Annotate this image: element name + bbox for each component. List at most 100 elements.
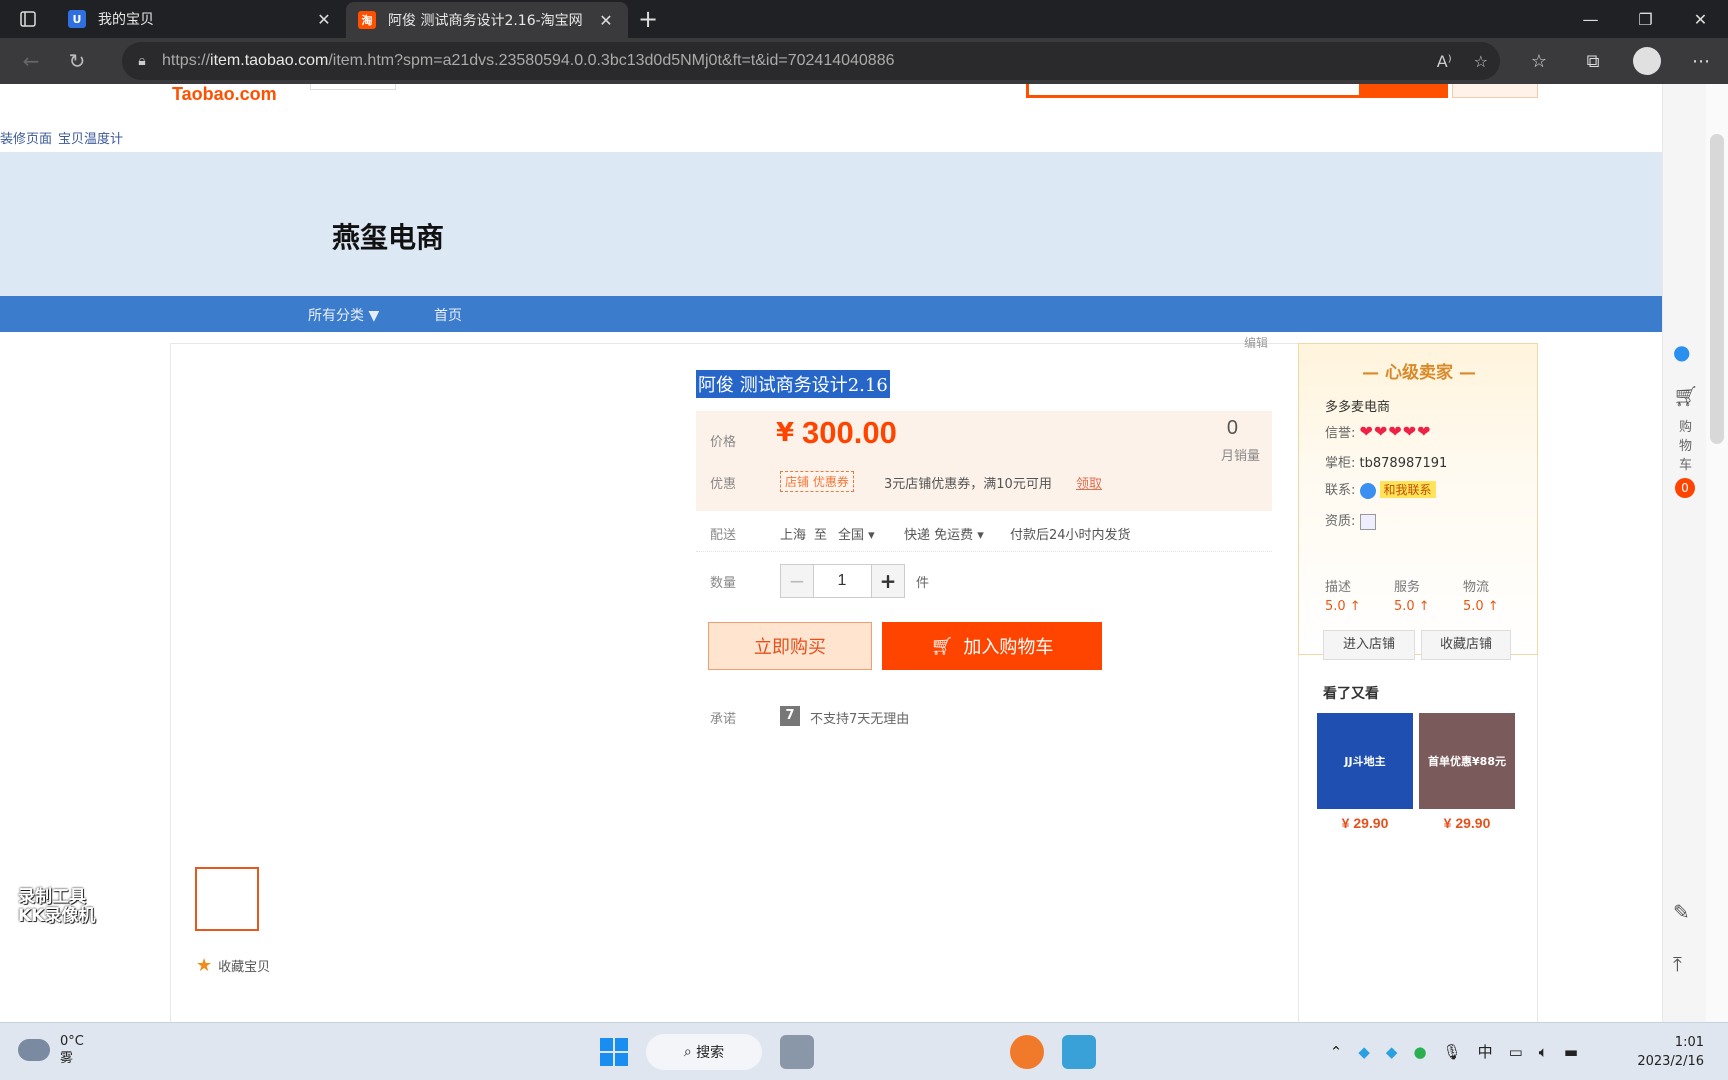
minimize-icon[interactable]: — [1563,0,1618,38]
also-viewed-item-image[interactable]: JJ斗地主 [1317,713,1413,809]
search-icon: ⌕ [683,1044,697,1060]
scrollbar-thumb[interactable] [1710,134,1724,444]
edit-link[interactable]: 编辑 [1244,334,1268,351]
decorate-page-link[interactable]: 装修页面 [0,132,52,147]
score-service: 服务 5.0 ↑ [1394,580,1430,614]
promise-label: 承诺 [710,712,737,727]
restore-icon[interactable]: ❐ [1618,0,1673,38]
ship-from: 上海 [780,528,807,543]
taobao-sign-icon: U [68,10,86,28]
currency-symbol: ¥ [776,418,795,448]
taskbar-search[interactable]: ⌕ 搜索 [646,1034,762,1070]
chevron-up-icon[interactable]: ⌃ [1330,1043,1343,1061]
address-toolbar: ← ↻ 🔒︎ https://item.taobao.com/item.htm?… [0,38,1728,84]
promo-label: 优惠 [710,477,737,492]
quantity-input[interactable]: 1 [813,564,871,598]
back-arrow-icon[interactable]: ← [8,38,54,84]
quantity-row: 数量 − 1 + 件 [696,564,1272,604]
volume-icon[interactable]: 🔈︎ [1539,1043,1548,1061]
tab-actions-icon [20,11,36,27]
clock[interactable]: 1:01 2023/2/16 [1637,1033,1704,1071]
wechat-icon[interactable]: ● [1413,1043,1426,1061]
profile-avatar[interactable] [1633,47,1661,75]
certificate-icon[interactable] [1359,513,1376,530]
shipping-row: 配送 上海 至 全国 ▾ 快递 免运费 ▾ 付款后24小时内发货 [696,520,1272,552]
decor-links: 装修页面 宝贝温度计 [0,128,129,147]
windows-start-icon[interactable] [600,1038,628,1066]
new-tab-button[interactable]: + [628,0,668,38]
cart-icon[interactable]: 🛒︎ [1673,384,1698,408]
also-viewed-item-image[interactable]: 首单优惠¥88元 [1419,713,1515,809]
search-input[interactable] [1026,84,1362,98]
page-scrollbar[interactable] [1706,84,1728,1022]
cart-icon: 🛒︎ [930,635,954,657]
taobao-logo[interactable]: Taobao.com [172,84,277,105]
promise-text: 不支持7天无理由 [810,712,910,727]
contact-row: 联系: 和我联系 [1325,479,1436,499]
seller-card: — 心级卖家 — 多多麦电商 信誉: ❤❤❤❤❤ 掌柜: tb878987191… [1298,343,1538,660]
wangwang-icon [1359,482,1376,499]
microphone-icon[interactable]: 🎙︎ [1443,1043,1462,1061]
ship-method-select[interactable]: 快递 免运费 ▾ [904,524,984,543]
add-to-cart-button[interactable]: 🛒︎ 加入购物车 [882,622,1102,670]
collections-icon[interactable]: ⧉ [1566,51,1620,72]
also-viewed-item-price[interactable]: ¥ 29.90 [1317,815,1413,831]
favorite-item-button[interactable]: ★ 收藏宝贝 [196,955,270,976]
ime-indicator[interactable]: 中 [1478,1041,1493,1062]
claim-coupon-link[interactable]: 领取 [1076,473,1102,492]
tab-my-items[interactable]: U 我的宝贝 ✕ [56,0,346,38]
edit-pen-icon[interactable]: ✎ [1673,900,1690,924]
task-view-icon[interactable] [780,1035,814,1069]
network-icon[interactable]: ▭ [1509,1043,1523,1061]
nav-all-categories[interactable]: 所有分类 ▼ [308,305,379,325]
web-page: Taobao.com 装修页面 宝贝温度计 燕玺电商 所有分类 ▼ 首页 编辑 ★… [0,84,1662,1022]
favorites-icon[interactable]: ☆ [1512,51,1566,72]
coupon-tag: 店铺 优惠券 [780,471,854,492]
taskbar-apps: ⌕ 搜索 [600,1033,1096,1071]
close-icon[interactable]: ✕ [596,11,616,30]
app-icon[interactable] [1010,1035,1044,1069]
browser-tab-bar: U 我的宝贝 ✕ 淘 阿俊 测试商务设计2.16-淘宝网 ✕ + — ❐ ✕ [0,0,1728,38]
seller-name[interactable]: 多多麦电商 [1325,396,1390,415]
back-to-top-icon[interactable]: ⤒ [1673,952,1682,976]
add-favorite-icon[interactable]: ☆ [1474,52,1488,71]
buy-now-button[interactable]: 立即购买 [708,622,872,670]
address-bar[interactable]: 🔒︎ https://item.taobao.com/item.htm?spm=… [122,42,1500,80]
nav-home[interactable]: 首页 [434,305,462,325]
notepad-icon[interactable] [1062,1035,1096,1069]
add-to-cart-label: 加入购物车 [963,637,1054,658]
price-box: 价格 ¥ 300.00 0 月销量 优惠 店铺 优惠券 3元店铺优惠券，满10元… [696,411,1272,511]
shipping-label: 配送 [710,528,737,543]
price-label: 价格 [710,435,737,450]
also-viewed-item-price[interactable]: ¥ 29.90 [1419,815,1515,831]
app-tray-icon[interactable]: ◆ [1386,1043,1398,1061]
wangwang-icon[interactable]: ● [1673,340,1690,364]
tab-actions-button[interactable] [0,0,56,38]
product-title: 阿俊 测试商务设计2.16 [696,370,890,398]
quantity-increase-button[interactable]: + [871,564,905,598]
shop-name[interactable]: 燕玺电商 [332,216,444,256]
seven-day-icon: 7 [780,706,800,726]
refresh-icon[interactable]: ↻ [54,38,100,84]
tab-product[interactable]: 淘 阿俊 测试商务设计2.16-淘宝网 ✕ [346,2,628,38]
ship-to-select[interactable]: 全国 ▾ [838,524,875,543]
monthly-sales-label: 月销量 [1220,449,1260,464]
also-viewed-title: 看了又看 [1323,686,1379,702]
item-thermometer-link[interactable]: 宝贝温度计 [58,132,123,147]
cart-label[interactable]: 购物车 [1679,418,1692,475]
search-shop-button[interactable] [1452,84,1538,98]
tab-title: 阿俊 测试商务设计2.16-淘宝网 [388,13,583,29]
weather-widget[interactable]: 0°C 雾 [18,1033,84,1067]
more-menu-icon[interactable]: ⋯ [1674,51,1728,72]
close-icon[interactable]: ✕ [314,10,334,29]
product-thumbnail[interactable] [195,867,259,931]
read-aloud-icon[interactable]: A⁾ [1437,52,1452,71]
quantity-decrease-button[interactable]: − [780,564,814,598]
battery-icon[interactable]: ▬ [1564,1043,1578,1061]
close-window-icon[interactable]: ✕ [1673,0,1728,38]
contact-seller-button[interactable]: 和我联系 [1379,481,1436,498]
app-tray-icon[interactable]: ◆ [1358,1043,1370,1061]
cart-count-badge: 0 [1675,478,1695,498]
system-tray: ⌃ ◆ ◆ ● 🎙︎ 中 ▭ 🔈︎ ▬ [1330,1041,1578,1062]
search-button[interactable] [1362,84,1448,98]
